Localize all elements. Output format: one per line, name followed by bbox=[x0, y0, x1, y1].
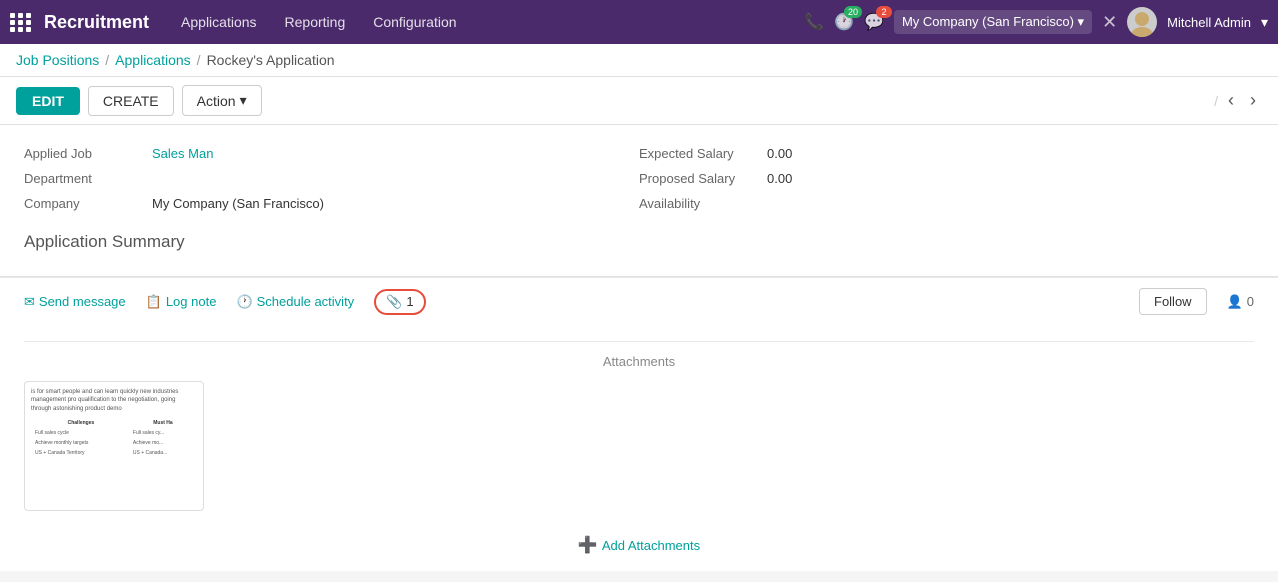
action-button[interactable]: Action ▾ bbox=[182, 85, 262, 116]
app-logo[interactable]: Recruitment bbox=[10, 12, 149, 33]
breadcrumb-applications[interactable]: Applications bbox=[115, 52, 191, 68]
menu-applications[interactable]: Applications bbox=[169, 10, 269, 34]
add-attachments-area: ➕ Add Attachments bbox=[24, 527, 1254, 555]
clock-badge-count: 20 bbox=[844, 6, 862, 18]
add-attachments-button[interactable]: ➕ Add Attachments bbox=[578, 535, 700, 555]
breadcrumb-job-positions[interactable]: Job Positions bbox=[16, 52, 99, 68]
thumb-cell: Achieve mo... bbox=[131, 439, 195, 447]
expected-salary-label: Expected Salary bbox=[639, 146, 759, 161]
availability-row: Availability bbox=[639, 191, 1254, 216]
department-row: Department bbox=[24, 166, 639, 191]
activity-count: 1 bbox=[406, 294, 413, 309]
message-icon: ✉ bbox=[24, 294, 35, 310]
company-row: Company My Company (San Francisco) bbox=[24, 191, 639, 216]
company-label: Company bbox=[24, 196, 144, 211]
breadcrumb-current: Rockey's Application bbox=[207, 52, 335, 68]
thumb-table: Challenges Must Ha Full sales cycle Full… bbox=[31, 417, 197, 459]
nav-slash: / bbox=[1214, 93, 1218, 109]
edit-button[interactable]: EDIT bbox=[16, 87, 80, 115]
applied-job-row: Applied Job Sales Man bbox=[24, 141, 639, 166]
topnav-right: 📞 🕐 20 💬 2 My Company (San Francisco) ▾ … bbox=[804, 7, 1268, 37]
thumb-header-1: Challenges bbox=[33, 419, 129, 427]
company-value[interactable]: My Company (San Francisco) bbox=[152, 196, 324, 211]
clock-activity-icon: 🕐 bbox=[236, 294, 252, 310]
company-selector[interactable]: My Company (San Francisco) ▾ bbox=[894, 10, 1092, 34]
breadcrumb-sep-2: / bbox=[197, 52, 201, 68]
app-name: Recruitment bbox=[44, 12, 149, 33]
toolbar: EDIT CREATE Action ▾ / ‹ › bbox=[0, 77, 1278, 125]
create-button[interactable]: CREATE bbox=[88, 86, 174, 116]
paperclip-icon: 📎 bbox=[386, 294, 402, 310]
schedule-activity-button[interactable]: 🕐 Schedule activity bbox=[236, 294, 354, 310]
attachment-list: is for smart people and can learn quickl… bbox=[24, 381, 1254, 511]
activity-count-button[interactable]: 📎 1 bbox=[374, 289, 425, 315]
form-left-col: Applied Job Sales Man Department Company… bbox=[24, 141, 639, 216]
phone-icon[interactable]: 📞 bbox=[804, 12, 824, 32]
prev-record-button[interactable]: ‹ bbox=[1222, 88, 1240, 113]
breadcrumb-sep-1: / bbox=[105, 52, 109, 68]
top-menu: Applications Reporting Configuration bbox=[169, 10, 794, 34]
attachment-thumbnail[interactable]: is for smart people and can learn quickl… bbox=[24, 381, 204, 511]
applied-job-label: Applied Job bbox=[24, 146, 144, 161]
breadcrumb: Job Positions / Applications / Rockey's … bbox=[0, 44, 1278, 77]
department-label: Department bbox=[24, 171, 144, 186]
application-summary-title: Application Summary bbox=[24, 232, 1254, 252]
record-navigation: / ‹ › bbox=[1214, 88, 1262, 113]
expected-salary-value[interactable]: 0.00 bbox=[767, 146, 792, 161]
expected-salary-row: Expected Salary 0.00 bbox=[639, 141, 1254, 166]
proposed-salary-value[interactable]: 0.00 bbox=[767, 171, 792, 186]
thumb-cell: Full sales cycle bbox=[33, 429, 129, 437]
thumb-cell: Achieve monthly targets bbox=[33, 439, 129, 447]
availability-label: Availability bbox=[639, 196, 759, 211]
action-dropdown-icon: ▾ bbox=[240, 92, 247, 109]
chat-badge-count: 2 bbox=[876, 6, 892, 18]
main-form: Applied Job Sales Man Department Company… bbox=[0, 125, 1278, 277]
send-message-button[interactable]: ✉ Send message bbox=[24, 294, 126, 310]
user-dropdown-icon[interactable]: ▾ bbox=[1261, 14, 1268, 31]
applied-job-value[interactable]: Sales Man bbox=[152, 146, 213, 161]
top-navigation: Recruitment Applications Reporting Confi… bbox=[0, 0, 1278, 44]
chat-badge-button[interactable]: 💬 2 bbox=[864, 12, 884, 32]
log-note-button[interactable]: 📋 Log note bbox=[146, 294, 217, 310]
menu-configuration[interactable]: Configuration bbox=[361, 10, 468, 34]
follow-button[interactable]: Follow bbox=[1139, 288, 1207, 315]
avatar bbox=[1127, 7, 1157, 37]
thumb-cell: US + Canada Territory bbox=[33, 449, 129, 457]
clock-badge-button[interactable]: 🕐 20 bbox=[834, 12, 854, 32]
user-name[interactable]: Mitchell Admin bbox=[1167, 15, 1251, 30]
next-record-button[interactable]: › bbox=[1244, 88, 1262, 113]
grid-icon bbox=[10, 13, 32, 32]
thumb-header-2: Must Ha bbox=[131, 419, 195, 427]
thumb-cell: Full sales cy... bbox=[131, 429, 195, 437]
menu-reporting[interactable]: Reporting bbox=[273, 10, 358, 34]
person-icon: 👤 bbox=[1227, 294, 1243, 310]
form-grid: Applied Job Sales Man Department Company… bbox=[24, 141, 1254, 216]
proposed-salary-row: Proposed Salary 0.00 bbox=[639, 166, 1254, 191]
thumb-text-1: is for smart people and can learn quickl… bbox=[31, 388, 197, 413]
thumb-cell: US + Canada... bbox=[131, 449, 195, 457]
log-icon: 📋 bbox=[146, 294, 162, 310]
plus-icon: ➕ bbox=[578, 535, 598, 555]
attachments-title: Attachments bbox=[24, 341, 1254, 369]
close-icon[interactable]: ✕ bbox=[1102, 12, 1117, 33]
attachments-section: Attachments is for smart people and can … bbox=[0, 325, 1278, 571]
form-section: Applied Job Sales Man Department Company… bbox=[0, 125, 1278, 276]
form-right-col: Expected Salary 0.00 Proposed Salary 0.0… bbox=[639, 141, 1254, 216]
proposed-salary-label: Proposed Salary bbox=[639, 171, 759, 186]
follower-count: 👤 0 bbox=[1227, 294, 1254, 310]
chatter-bar: ✉ Send message 📋 Log note 🕐 Schedule act… bbox=[0, 277, 1278, 325]
